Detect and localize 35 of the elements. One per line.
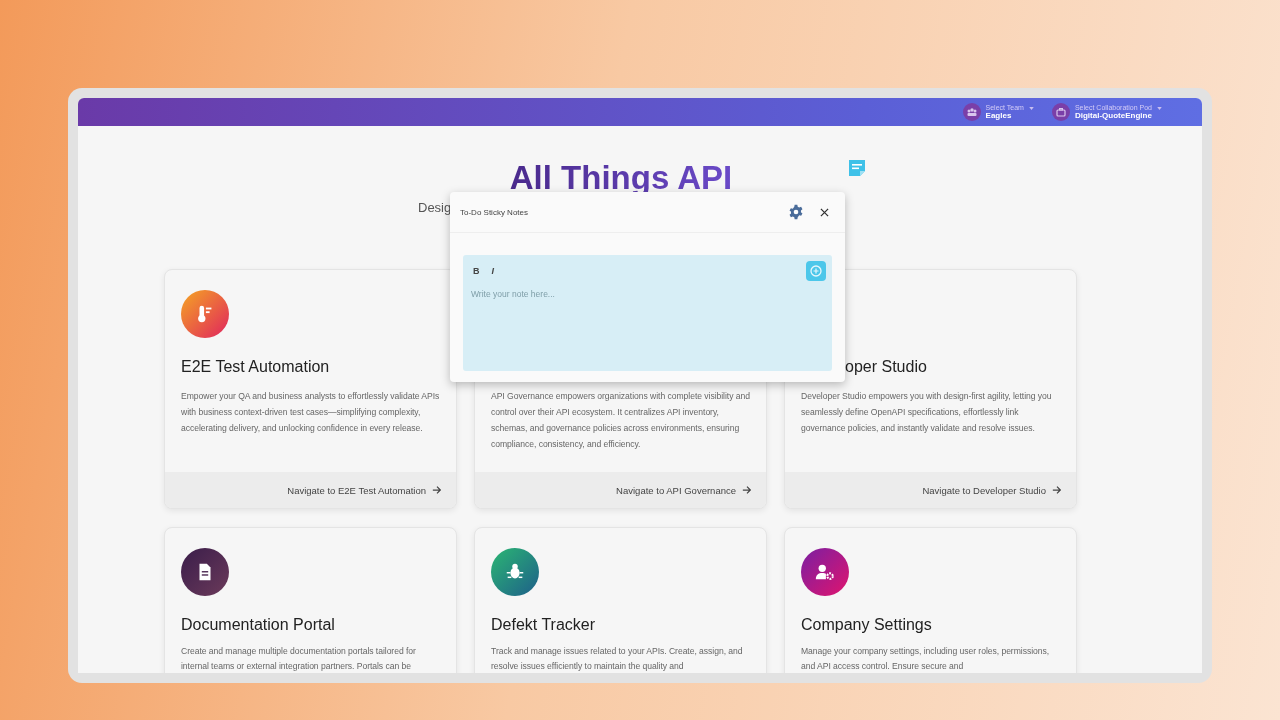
card-description: API Governance empowers organizations with complete visibility and control over their API ecosystem. It centralizes API inventory, schemas, and governance policies across environments, ensuring compliance, consistency, and efficiency. [491, 390, 750, 451]
card-title: Documentation Portal [181, 616, 336, 634]
card-description: Empower your QA and business analysts to effortlessly validate APIs with business context-driven test cases—simplifying complexity, accelerating delivery, and unlocking confidence in every release. [181, 390, 440, 435]
navigate-link[interactable]: Navigate to API Governance [616, 484, 752, 496]
format-button[interactable]: I [491, 266, 494, 276]
navigate-link[interactable]: Navigate to E2E Test Automation [287, 484, 442, 496]
card-description: Developer Studio empowers you with design-first agility, letting you seamlessly define OpenAPI specifications, effortlessly link governance policies, and instantly validate and resolve issues. [801, 390, 1053, 435]
sticky-note-icon[interactable] [847, 158, 867, 178]
arrow-right-icon [432, 485, 442, 495]
selector-value[interactable]: Digital-QuoteEngine [1074, 112, 1152, 120]
module-icon [181, 548, 229, 596]
caret-icon[interactable] [1028, 107, 1034, 110]
close-icon[interactable] [820, 207, 829, 217]
card-description: Track and manage issues related to your APIs. Create, assign, and resolve issues efficiently to maintain the quality and [491, 645, 744, 673]
caret-icon[interactable] [1157, 107, 1162, 110]
note-editor[interactable]: B I Write your note here... [463, 255, 832, 371]
popup-title: To-Do Sticky Notes [460, 207, 530, 217]
card-title: oper Studio [844, 358, 928, 376]
page-subtitle: Desig [418, 200, 452, 216]
card-title: Company Settings [801, 616, 933, 634]
card-description: Manage your company settings, including user roles, permissions, and API access control. Ensure secure and [801, 645, 1051, 673]
module-icon [181, 290, 229, 338]
navigate-link[interactable]: Navigate to Developer Studio [922, 484, 1062, 496]
module-icon [801, 548, 849, 596]
format-button[interactable]: B [473, 266, 480, 276]
settings-icon[interactable] [788, 204, 804, 220]
card-description: Create and manage multiple documentation portals tailored for internal teams or external integration partners. Portals can be [181, 645, 417, 673]
arrow-right-icon [1052, 485, 1062, 495]
card-title: Defekt Tracker [491, 616, 597, 634]
selector-value[interactable]: Eagles [985, 112, 1024, 120]
team-icon[interactable] [962, 103, 981, 121]
module-icon [491, 548, 539, 596]
briefcase-icon[interactable] [1051, 103, 1070, 121]
arrow-right-icon [742, 485, 752, 495]
card-title: E2E Test Automation [181, 358, 331, 376]
